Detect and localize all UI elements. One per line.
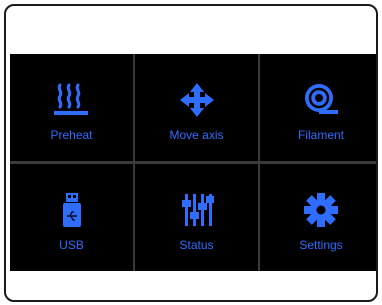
move-arrows-icon bbox=[177, 82, 217, 118]
move-axis-label: Move axis bbox=[169, 128, 224, 142]
usb-tile[interactable]: USB bbox=[10, 164, 133, 271]
main-menu-grid: Preheat Move axis Filament USB Status Se… bbox=[10, 54, 376, 271]
usb-label: USB bbox=[59, 238, 84, 252]
filament-tile[interactable]: Filament bbox=[260, 54, 376, 161]
gear-icon bbox=[301, 192, 341, 228]
usb-drive-icon bbox=[52, 192, 92, 228]
status-label: Status bbox=[179, 238, 214, 252]
preheat-tile[interactable]: Preheat bbox=[10, 54, 133, 161]
preheat-label: Preheat bbox=[50, 128, 93, 142]
filament-spool-icon bbox=[301, 82, 341, 118]
status-tile[interactable]: Status bbox=[135, 164, 258, 271]
filament-label: Filament bbox=[297, 128, 344, 142]
settings-tile[interactable]: Settings bbox=[260, 164, 376, 271]
display-frame: Preheat Move axis Filament USB Status Se… bbox=[4, 4, 378, 302]
settings-label: Settings bbox=[299, 238, 343, 252]
status-sliders-icon bbox=[177, 192, 217, 228]
move-axis-tile[interactable]: Move axis bbox=[135, 54, 258, 161]
heat-waves-icon bbox=[52, 82, 92, 118]
